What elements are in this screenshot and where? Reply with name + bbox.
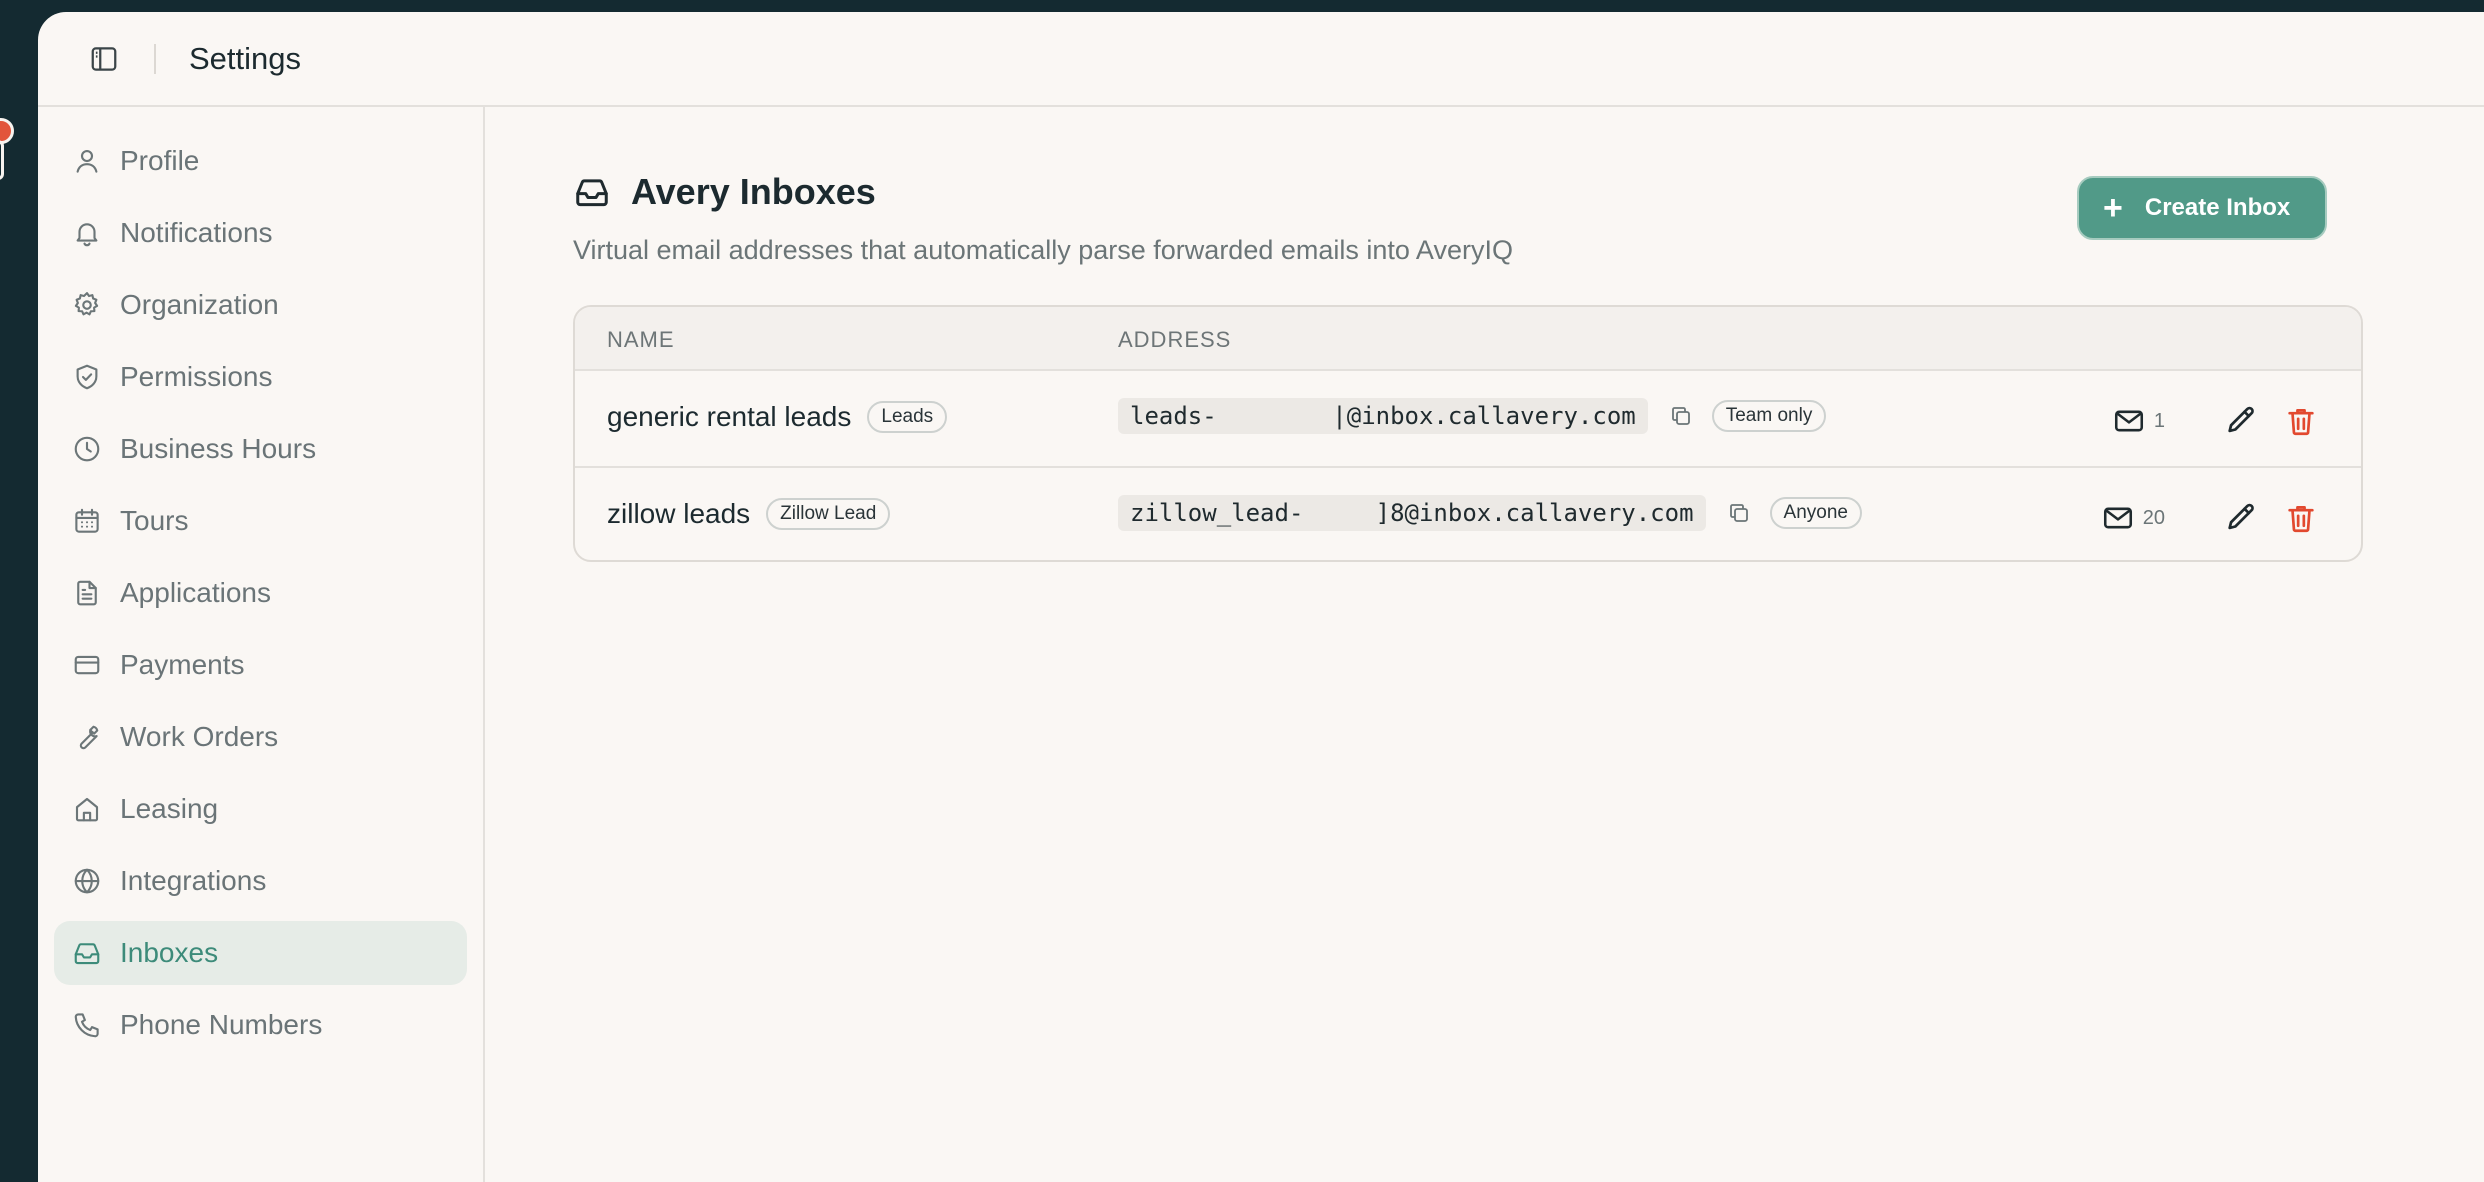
main-content: Avery Inboxes Virtual email addresses th… (487, 107, 2484, 1182)
sidebar-item-work-orders[interactable]: Work Orders (54, 705, 467, 769)
inbox-tag-badge: Leads (867, 401, 948, 433)
wrench-icon (70, 720, 104, 754)
page-title: Settings (189, 40, 302, 76)
email-count-value: 20 (2142, 506, 2165, 529)
sidebar-item-label: Profile (120, 145, 200, 176)
top-bar: Settings (38, 12, 2484, 107)
sidebar-item-label: Leasing (120, 793, 219, 824)
inbox-name-cell: generic rental leads Leads (607, 401, 948, 433)
sidebar-item-label: Permissions (120, 361, 273, 392)
trash-icon[interactable] (2281, 401, 2321, 441)
inbox-name: generic rental leads (607, 401, 852, 432)
credit-card-icon (70, 648, 104, 682)
row-actions: 1 (2112, 401, 2321, 441)
email-count: 20 (2101, 501, 2165, 535)
sidebar-item-label: Business Hours (120, 433, 317, 464)
home-icon (70, 792, 104, 826)
settings-sidebar: Profile Notifications Organization Permi… (38, 107, 485, 1182)
notification-badge (0, 118, 14, 144)
visibility-badge: Anyone (1769, 497, 1862, 529)
document-icon (70, 576, 104, 610)
section-title: Avery Inboxes (631, 171, 876, 212)
mail-icon (2103, 507, 2132, 529)
email-count: 1 (2112, 404, 2165, 438)
plus-icon: + (2103, 189, 2123, 227)
inbox-address: zillow_lead- ]8@inbox.callavery.com (1118, 495, 1706, 531)
sidebar-toggle-icon[interactable] (88, 43, 120, 75)
sidebar-item-permissions[interactable]: Permissions (54, 345, 467, 409)
sidebar-item-label: Notifications (120, 217, 273, 248)
sidebar-item-leasing[interactable]: Leasing (54, 777, 467, 841)
row-actions: 20 (2101, 498, 2321, 538)
inbox-name: zillow leads (607, 498, 751, 529)
edit-icon[interactable] (2221, 498, 2261, 538)
column-header-name: NAME (607, 327, 675, 352)
create-inbox-button[interactable]: + Create Inbox (2077, 176, 2327, 240)
shield-check-icon (70, 360, 104, 394)
sidebar-item-phone-numbers[interactable]: Phone Numbers (54, 993, 467, 1057)
table-header: NAME ADDRESS (575, 307, 2361, 371)
sidebar-item-label: Tours (120, 505, 189, 536)
bell-icon (70, 216, 104, 250)
sidebar-item-organization[interactable]: Organization (54, 273, 467, 337)
inbox-icon (573, 173, 611, 211)
mail-icon (2114, 410, 2143, 432)
sidebar-item-business-hours[interactable]: Business Hours (54, 417, 467, 481)
table-row[interactable]: zillow leads Zillow Lead zillow_lead- ]8… (575, 468, 2361, 560)
inbox-tag-badge: Zillow Lead (766, 498, 891, 530)
inbox-address: leads- |@inbox.callavery.com (1118, 398, 1648, 434)
inbox-name-cell: zillow leads Zillow Lead (607, 498, 891, 530)
inbox-icon (70, 936, 104, 970)
clock-icon (70, 432, 104, 466)
section-header: Avery Inboxes (573, 171, 876, 213)
create-inbox-label: Create Inbox (2144, 194, 2291, 221)
table-row[interactable]: generic rental leads Leads leads- |@inbo… (575, 371, 2361, 468)
sidebar-item-inboxes[interactable]: Inboxes (54, 921, 467, 985)
inbox-address-cell: leads- |@inbox.callavery.com Team only (1118, 398, 1827, 434)
sidebar-item-profile[interactable]: Profile (54, 129, 467, 193)
copy-icon[interactable] (1666, 401, 1696, 431)
user-icon (70, 144, 104, 178)
section-subtitle: Virtual email addresses that automatical… (573, 235, 1513, 265)
sidebar-item-payments[interactable]: Payments (54, 633, 467, 697)
sidebar-item-label: Organization (120, 289, 279, 320)
visibility-badge: Team only (1711, 400, 1827, 432)
inboxes-table: NAME ADDRESS generic rental leads Leads … (573, 305, 2363, 562)
gear-icon (70, 288, 104, 322)
phone-icon (70, 1008, 104, 1042)
app-window: Settings Profile Notifications Organizat… (38, 12, 2484, 1182)
sidebar-item-label: Payments (120, 649, 245, 680)
sidebar-item-tours[interactable]: Tours (54, 489, 467, 553)
sidebar-item-integrations[interactable]: Integrations (54, 849, 467, 913)
sidebar-item-label: Phone Numbers (120, 1009, 323, 1040)
sidebar-item-applications[interactable]: Applications (54, 561, 467, 625)
background-window-edge (0, 140, 4, 180)
edit-icon[interactable] (2221, 401, 2261, 441)
sidebar-item-label: Inboxes (120, 937, 219, 968)
globe-icon (70, 864, 104, 898)
sidebar-item-label: Work Orders (120, 721, 279, 752)
sidebar-item-label: Integrations (120, 865, 267, 896)
email-count-value: 1 (2153, 409, 2165, 432)
copy-icon[interactable] (1724, 498, 1754, 528)
column-header-address: ADDRESS (1118, 327, 1232, 352)
sidebar-item-notifications[interactable]: Notifications (54, 201, 467, 265)
inbox-address-cell: zillow_lead- ]8@inbox.callavery.com Anyo… (1118, 495, 1862, 531)
sidebar-item-label: Applications (120, 577, 271, 608)
topbar-divider (154, 43, 156, 74)
trash-icon[interactable] (2281, 498, 2321, 538)
calendar-icon (70, 504, 104, 538)
